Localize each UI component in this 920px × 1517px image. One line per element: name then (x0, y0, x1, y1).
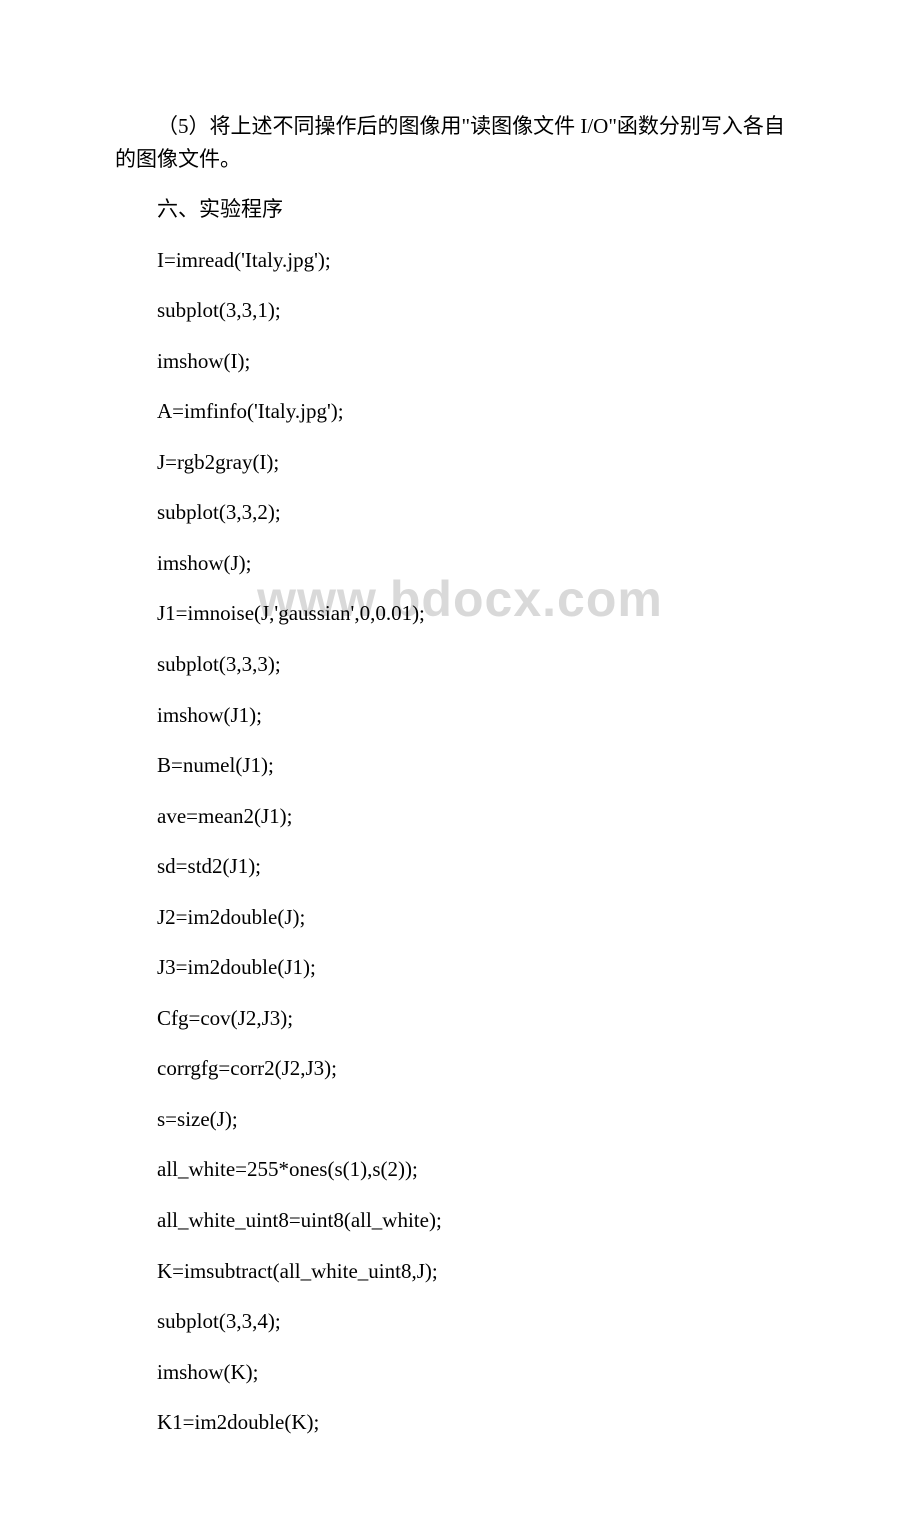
code-line: subplot(3,3,2); (115, 496, 805, 529)
code-line: J=rgb2gray(I); (115, 446, 805, 479)
code-line: subplot(3,3,4); (115, 1305, 805, 1338)
document-content: （5）将上述不同操作后的图像用"读图像文件 I/O"函数分别写入各自的图像文件。… (115, 110, 805, 1439)
code-line: I=imread('Italy.jpg'); (115, 244, 805, 277)
code-line: imshow(J); (115, 547, 805, 580)
code-line: sd=std2(J1); (115, 850, 805, 883)
code-line: J2=im2double(J); (115, 901, 805, 934)
code-line: B=numel(J1); (115, 749, 805, 782)
code-line: all_white_uint8=uint8(all_white); (115, 1204, 805, 1237)
code-line: all_white=255*ones(s(1),s(2)); (115, 1153, 805, 1186)
code-line: subplot(3,3,1); (115, 294, 805, 327)
code-line: Cfg=cov(J2,J3); (115, 1002, 805, 1035)
paragraph-instruction: （5）将上述不同操作后的图像用"读图像文件 I/O"函数分别写入各自的图像文件。 (115, 110, 805, 175)
code-line: imshow(I); (115, 345, 805, 378)
code-line: A=imfinfo('Italy.jpg'); (115, 395, 805, 428)
paragraph-section-heading: 六、实验程序 (115, 193, 805, 226)
code-line: K=imsubtract(all_white_uint8,J); (115, 1255, 805, 1288)
code-line: corrgfg=corr2(J2,J3); (115, 1052, 805, 1085)
code-line: ave=mean2(J1); (115, 800, 805, 833)
code-line: s=size(J); (115, 1103, 805, 1136)
code-line: K1=im2double(K); (115, 1406, 805, 1439)
code-line: subplot(3,3,3); (115, 648, 805, 681)
code-line: J3=im2double(J1); (115, 951, 805, 984)
code-line: imshow(K); (115, 1356, 805, 1389)
code-line: J1=imnoise(J,'gaussian',0,0.01); (115, 597, 805, 630)
code-line: imshow(J1); (115, 699, 805, 732)
